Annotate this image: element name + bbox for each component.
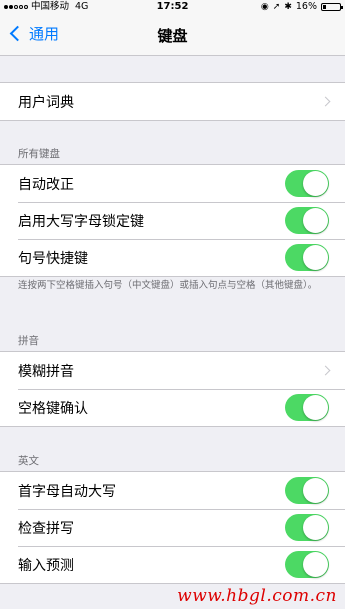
dictionary-group: 用户词典 (0, 82, 345, 121)
pinyin-group: 模糊拼音 空格键确认 (0, 351, 345, 427)
location-icon: ➚ (272, 2, 281, 12)
fuzzy-pinyin-row[interactable]: 模糊拼音 (0, 352, 345, 389)
toggle-knob (303, 478, 328, 503)
all-keyboards-group: 自动改正 启用大写字母锁定键 句号快捷键 (0, 164, 345, 277)
row-label: 句号快捷键 (18, 250, 88, 267)
section-header-all-keyboards: 所有键盘 (18, 148, 60, 160)
orientation-lock-icon: ◉ (260, 2, 269, 12)
predictive-toggle[interactable] (285, 551, 329, 578)
chevron-right-icon (320, 365, 331, 376)
keyboard-settings-screen: 中国移动 4G 17:52 ◉ ➚ ✱ 16% 通用 键盘 用户词典 所有键盘 … (0, 0, 345, 609)
caps-lock-row: 启用大写字母锁定键 (0, 202, 345, 239)
navigation-bar: 通用 键盘 (0, 14, 345, 56)
row-label: 空格键确认 (18, 400, 88, 417)
battery-icon (321, 3, 343, 11)
battery-percentage: 16% (295, 1, 317, 12)
toggle-knob (303, 552, 328, 577)
user-dictionary-row[interactable]: 用户词典 (0, 83, 345, 120)
bluetooth-icon: ✱ (284, 2, 292, 12)
space-confirm-toggle[interactable] (285, 394, 329, 421)
row-label: 自动改正 (18, 176, 74, 193)
auto-capitalization-row: 首字母自动大写 (0, 472, 345, 509)
toggle-knob (303, 171, 328, 196)
caps-lock-toggle[interactable] (285, 207, 329, 234)
row-label: 用户词典 (18, 94, 74, 111)
check-spelling-toggle[interactable] (285, 514, 329, 541)
row-label: 模糊拼音 (18, 363, 74, 380)
watermark: www.hbgl.com.cn (177, 586, 337, 606)
toggle-knob (303, 208, 328, 233)
chevron-right-icon (320, 96, 331, 107)
status-bar: 中国移动 4G 17:52 ◉ ➚ ✱ 16% (0, 0, 345, 14)
row-label: 检查拼写 (18, 520, 74, 537)
toggle-knob (303, 395, 328, 420)
page-title: 键盘 (157, 27, 188, 45)
battery-fill (323, 5, 326, 9)
predictive-row: 输入预测 (0, 546, 345, 583)
section-header-english: 英文 (18, 455, 39, 467)
auto-capitalization-toggle[interactable] (285, 477, 329, 504)
auto-correction-row: 自动改正 (0, 165, 345, 202)
period-shortcut-toggle[interactable] (285, 244, 329, 271)
row-label: 输入预测 (18, 557, 74, 574)
english-group: 首字母自动大写 检查拼写 输入预测 (0, 471, 345, 584)
auto-correction-toggle[interactable] (285, 170, 329, 197)
row-label: 启用大写字母锁定键 (18, 213, 144, 230)
period-shortcut-note: 连按两下空格键插入句号（中文键盘）或插入句点与空格（其他键盘）。 (18, 280, 318, 291)
space-confirm-row: 空格键确认 (0, 389, 345, 426)
toggle-knob (303, 245, 328, 270)
check-spelling-row: 检查拼写 (0, 509, 345, 546)
status-right: ◉ ➚ ✱ 16% (260, 0, 343, 14)
toggle-knob (303, 515, 328, 540)
period-shortcut-row: 句号快捷键 (0, 239, 345, 276)
row-label: 首字母自动大写 (18, 483, 116, 500)
section-header-pinyin: 拼音 (18, 335, 39, 347)
